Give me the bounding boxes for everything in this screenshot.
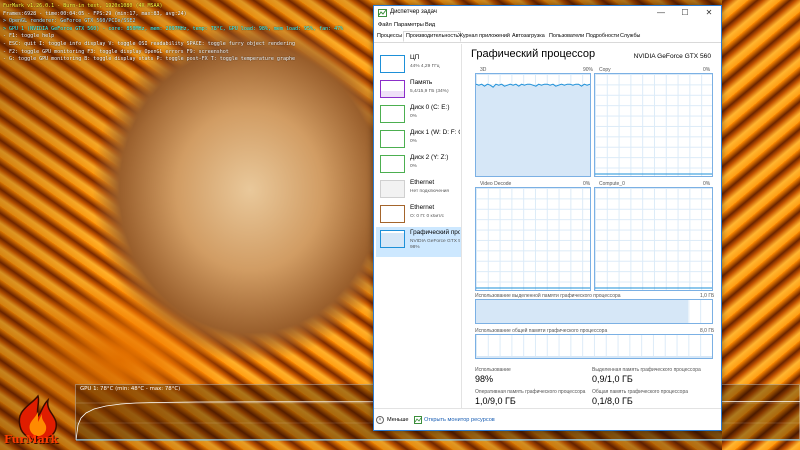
cpu-thumbnail-graph: [380, 55, 405, 73]
dedicated-memory-value: 0,9/1,0 ГБ: [592, 374, 633, 384]
sidebar-item-detail: 5,4/15,9 ГБ (34%): [410, 89, 449, 94]
tab-services[interactable]: Службы: [620, 33, 640, 39]
usage-value: 98%: [475, 374, 494, 384]
window-title: Диспетчер задач: [390, 9, 437, 15]
sidebar-item-detail: 0%: [410, 164, 417, 169]
hud-keys-line-1: - ESC: quit I: toggle info display V: to…: [3, 40, 295, 47]
tab-performance[interactable]: Производительность: [403, 31, 462, 42]
resource-monitor-icon: [414, 416, 422, 424]
tab-processes[interactable]: Процессы: [377, 33, 402, 39]
engine-compute-load-line: [595, 287, 712, 289]
engine-compute-graph[interactable]: [594, 187, 713, 291]
shared-memory-label: Общая память графического процессора: [592, 389, 689, 395]
sidebar-item-memory[interactable]: Память 5,4/15,9 ГБ (34%): [376, 77, 461, 101]
ethernet-thumbnail-graph: [380, 205, 405, 223]
task-manager-window: Диспетчер задач — ☐ ✕ Файл Параметры Вид…: [373, 5, 722, 431]
hud-keys-line-3: - G: toggle GPU monitoring B: toggle dis…: [3, 56, 295, 63]
tab-details[interactable]: Подробности: [586, 33, 619, 39]
sidebar-item-cpu[interactable]: ЦП 44% 4,29 ГГц: [376, 52, 461, 76]
chevron-up-icon[interactable]: ˄: [376, 416, 384, 424]
window-footer: ˄ Меньше Открыть монитор ресурсов: [374, 408, 721, 430]
open-resource-monitor-link[interactable]: Открыть монитор ресурсов: [424, 417, 495, 423]
maximize-button[interactable]: ☐: [673, 6, 697, 21]
engine-3d-graph[interactable]: [475, 73, 591, 177]
engine-video-decode-load-line: [476, 287, 590, 289]
furmark-background-right-strip: [722, 0, 800, 450]
performance-sidebar: ЦП 44% 4,29 ГГц Память 5,4/15,9 ГБ (34%)…: [374, 44, 462, 408]
furmark-hud: FurMark v1.26.0.1 - Burn-in test, 1920x1…: [3, 3, 343, 64]
page-title: Графический процессор: [471, 48, 596, 60]
minimize-button[interactable]: —: [649, 6, 673, 21]
furmark-logo-text: FurMark: [4, 433, 59, 446]
sidebar-item-ethernet-disconnected[interactable]: Ethernet Нет подключения: [376, 177, 461, 201]
menu-options[interactable]: Параметры: [394, 22, 424, 28]
sidebar-item-gpu[interactable]: Графический проц NVIDIA GeForce GTX 560 …: [376, 227, 461, 257]
tab-strip: Процессы Производительность Журнал прило…: [374, 31, 721, 43]
sidebar-item-label: Диск 1 (W: D: F: G:: [410, 129, 460, 136]
gpu-memory-value: 1,0/9,0 ГБ: [475, 396, 516, 406]
menu-file[interactable]: Файл: [378, 22, 392, 28]
shared-memory-fill: [476, 356, 712, 358]
hud-help-line: - F1: toggle help: [3, 33, 55, 40]
engine-copy-graph[interactable]: [594, 73, 713, 177]
close-button[interactable]: ✕: [697, 6, 721, 21]
disk-thumbnail-graph: [380, 105, 405, 123]
shared-memory-graph[interactable]: [475, 334, 713, 359]
sidebar-item-label: Диск 0 (C: E:): [410, 104, 450, 111]
engine-3d-load-line: [476, 83, 590, 176]
title-bar[interactable]: Диспетчер задач — ☐ ✕: [374, 6, 721, 21]
hud-gpu-line: > GPU 1 (NVIDIA GeForce GTX 560) - core:…: [3, 25, 344, 32]
gpu-thumbnail-graph: [380, 230, 405, 248]
sidebar-item-label: Графический проц: [410, 229, 460, 236]
gpu-memory-label: Оперативная память графического процессо…: [475, 389, 586, 395]
sidebar-item-detail: 44% 4,29 ГГц: [410, 64, 440, 69]
sidebar-item-label: Диск 2 (Y: Z:): [410, 154, 449, 161]
hud-title-line: FurMark v1.26.0.1 - Burn-in test, 1920x1…: [3, 3, 163, 9]
sidebar-item-detail: О: 0 П: 0 кбит/с: [410, 214, 445, 219]
sidebar-item-detail: 0%: [410, 114, 417, 119]
tab-startup[interactable]: Автозагрузка: [512, 33, 545, 39]
menu-bar: Файл Параметры Вид: [374, 21, 721, 31]
sidebar-item-label: Ethernet: [410, 179, 435, 186]
sidebar-item-disk-2[interactable]: Диск 2 (Y: Z:) 0%: [376, 152, 461, 176]
sidebar-item-detail: 0%: [410, 139, 417, 144]
dedicated-memory-label: Выделенная память графического процессор…: [592, 367, 701, 373]
usage-label: Использование: [475, 367, 511, 373]
sidebar-item-disk-0[interactable]: Диск 0 (C: E:) 0%: [376, 102, 461, 126]
shared-memory-value: 0,1/8,0 ГБ: [592, 396, 633, 406]
dedicated-memory-fill: [476, 300, 689, 323]
sidebar-item-label: ЦП: [410, 54, 420, 61]
disk-thumbnail-graph: [380, 155, 405, 173]
sidebar-item-detail: Нет подключения: [410, 189, 449, 194]
engine-video-decode-graph[interactable]: [475, 187, 591, 291]
sidebar-item-ethernet[interactable]: Ethernet О: 0 П: 0 кбит/с: [376, 202, 461, 226]
gpu-model-name: NVIDIA GeForce GTX 560: [633, 53, 711, 60]
hud-renderer-line: > OpenGL renderer: GeForce GTX 560/PCIe/…: [3, 18, 136, 25]
engine-3d-load-area: [476, 84, 590, 176]
ethernet-thumbnail-graph: [380, 180, 405, 198]
fewer-details-button[interactable]: Меньше: [387, 417, 408, 423]
dedicated-memory-graph[interactable]: [475, 299, 713, 324]
sidebar-item-usage: 98%: [410, 245, 420, 250]
tab-app-history[interactable]: Журнал приложений: [458, 33, 510, 39]
gpu-performance-pane: Графический процессор NVIDIA GeForce GTX…: [464, 44, 721, 408]
tab-users[interactable]: Пользователи: [549, 33, 584, 39]
sidebar-item-label: Память: [410, 79, 433, 86]
engine-copy-load-line: [595, 173, 712, 175]
memory-thumbnail-graph: [380, 80, 405, 98]
menu-view[interactable]: Вид: [425, 22, 435, 28]
disk-thumbnail-graph: [380, 130, 405, 148]
sidebar-item-label: Ethernet: [410, 204, 435, 211]
sidebar-item-disk-1[interactable]: Диск 1 (W: D: F: G: 0%: [376, 127, 461, 151]
task-manager-icon: [378, 9, 387, 17]
